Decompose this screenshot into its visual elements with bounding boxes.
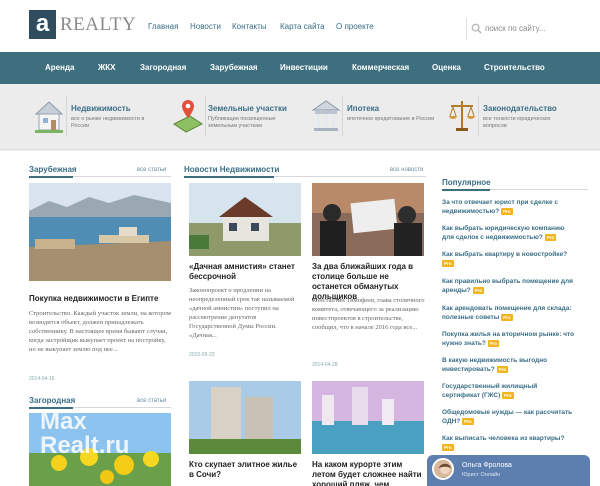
pro-badge: Pro xyxy=(472,286,485,294)
site-header: a REALTY Главная Новости Контакты Карта … xyxy=(0,0,600,52)
egypt-photo[interactable] xyxy=(29,183,171,281)
house-icon[interactable] xyxy=(33,96,65,134)
pro-badge: Pro xyxy=(501,313,513,321)
news-title[interactable]: Кто скупает элитное жилье в Сочи? xyxy=(189,460,301,480)
nav-invest[interactable]: Инвестиции xyxy=(280,63,328,72)
pro-badge: Pro xyxy=(496,365,509,373)
topnav-contacts[interactable]: Контакты xyxy=(232,22,267,31)
section-rule xyxy=(73,176,171,177)
logo-mark[interactable]: a xyxy=(29,10,56,39)
feature-title-law[interactable]: Законодательство xyxy=(483,104,557,113)
chat-agent-name: Ольга Фролова xyxy=(462,462,512,469)
pro-badge: Pro xyxy=(442,443,454,451)
nav-commercial[interactable]: Коммерческая xyxy=(352,63,409,72)
feature-title-realestate[interactable]: Недвижимость xyxy=(71,104,131,113)
feature-desc-realestate: все о рынке недвижимости в России xyxy=(71,116,145,129)
section-rule xyxy=(73,407,171,408)
article-title[interactable]: Покупка недвижимости в Египте xyxy=(29,294,158,304)
scales-icon[interactable] xyxy=(446,96,478,134)
popular-item[interactable]: Как выписать человека из квартиры? Pro xyxy=(442,434,576,452)
search-input[interactable]: поиск по сайту... xyxy=(485,24,546,33)
feature-divider xyxy=(205,96,206,136)
news-photo-beach[interactable] xyxy=(312,381,424,454)
popular-item[interactable]: Как выбрать квартиру в новостройке? Pro xyxy=(442,250,576,268)
feature-divider xyxy=(478,96,479,136)
chat-agent-role: Юрист Онлайн xyxy=(462,472,501,478)
section-rule xyxy=(274,176,426,177)
topnav-news[interactable]: Новости xyxy=(190,22,221,31)
news-title[interactable]: На каком курорте этим летом будет сложне… xyxy=(312,460,426,486)
section-rule xyxy=(490,189,588,190)
popular-item[interactable]: В какую недвижимость выгодно инвестирова… xyxy=(442,356,576,374)
feature-title-mortgage[interactable]: Ипотека xyxy=(347,104,379,113)
article-date: 2014-04-16 xyxy=(29,376,55,382)
section-underline xyxy=(29,176,73,178)
all-articles-link[interactable]: все статьи xyxy=(137,398,166,404)
topnav-sitemap[interactable]: Карта сайта xyxy=(280,22,325,31)
popular-item[interactable]: Как арендовать помещение для склада: пол… xyxy=(442,304,576,322)
news-date: 2015-09-23 xyxy=(189,352,215,358)
section-underline xyxy=(442,189,490,191)
section-title-country[interactable]: Загородная xyxy=(29,396,75,405)
logo-text[interactable]: REALTY xyxy=(60,14,136,36)
feature-divider xyxy=(66,96,67,136)
feature-title-land[interactable]: Земельные участки xyxy=(208,104,287,113)
nav-valuation[interactable]: Оценка xyxy=(432,63,461,72)
news-date: 2014-04-28 xyxy=(312,362,338,368)
news-photo-protest[interactable] xyxy=(312,183,424,256)
pro-badge: Pro xyxy=(544,233,557,241)
main-nav: Аренда ЖКХ Загородная Зарубежная Инвести… xyxy=(0,52,600,84)
news-photo-house[interactable] xyxy=(189,183,301,256)
chat-widget[interactable]: Ольга Фролова Юрист Онлайн xyxy=(427,455,590,486)
popular-item[interactable]: Как правильно выбрать помещение для арен… xyxy=(442,277,576,295)
all-articles-link[interactable]: все статьи xyxy=(137,167,166,173)
popular-item[interactable]: За что отвечает юрист при сделке с недви… xyxy=(442,198,576,216)
feature-desc-law: все тонкости юридических вопросов xyxy=(483,116,551,129)
news-title[interactable]: «Дачная амнистия» станет бессрочной xyxy=(189,262,301,282)
feature-strip: Недвижимость все о рынке недвижимости в … xyxy=(0,84,600,150)
section-underline xyxy=(184,176,274,178)
bank-icon[interactable] xyxy=(310,96,342,134)
nav-housing[interactable]: ЖКХ xyxy=(98,63,115,72)
popular-item[interactable]: Государственный жилищный сертификат (ГЖС… xyxy=(442,382,576,400)
news-excerpt: Константин Тимофеев, глава столичного ко… xyxy=(312,297,425,331)
topnav-home[interactable]: Главная xyxy=(148,22,178,31)
article-excerpt: Строительство. Каждый участок земли, на … xyxy=(29,310,171,353)
land-plot-icon[interactable] xyxy=(172,96,204,134)
pro-badge: Pro xyxy=(487,339,500,347)
pro-badge: Pro xyxy=(501,207,513,215)
feature-desc-mortgage: ипотечное кредитование в России xyxy=(347,116,435,122)
news-photo-highrise[interactable] xyxy=(189,381,301,454)
nav-rent[interactable]: Аренда xyxy=(45,63,74,72)
popular-item[interactable]: Общедомовые нужды — как рассчитать ОДН? … xyxy=(442,408,576,426)
all-news-link[interactable]: все новости xyxy=(390,167,423,173)
section-title-news[interactable]: Новости Недвижимости xyxy=(184,165,279,174)
pro-badge: Pro xyxy=(462,417,474,425)
search-icon[interactable] xyxy=(471,23,482,34)
nav-country[interactable]: Загородная xyxy=(140,63,186,72)
section-title-popular: Популярное xyxy=(442,178,491,187)
feature-divider xyxy=(342,96,343,136)
pro-badge: Pro xyxy=(502,391,514,399)
pro-badge: Pro xyxy=(442,259,454,267)
search-box[interactable]: поиск по сайту... xyxy=(466,18,588,40)
popular-item[interactable]: Как выбрать юридическую компанию для сде… xyxy=(442,224,576,242)
news-excerpt: Законопроект о продлении на неопределенн… xyxy=(189,287,295,339)
avatar[interactable] xyxy=(432,458,454,480)
watermark-text: Realt.ru xyxy=(40,432,130,459)
nav-construction[interactable]: Строительство xyxy=(484,63,545,72)
section-title-foreign[interactable]: Зарубежная xyxy=(29,165,77,174)
popular-item[interactable]: Покупка жилья на вторичном рынке: что ну… xyxy=(442,330,576,348)
topnav-about[interactable]: О проекте xyxy=(336,22,374,31)
feature-desc-land: Публикации посвященные земельным участка… xyxy=(208,116,276,129)
nav-foreign[interactable]: Зарубежная xyxy=(210,63,258,72)
